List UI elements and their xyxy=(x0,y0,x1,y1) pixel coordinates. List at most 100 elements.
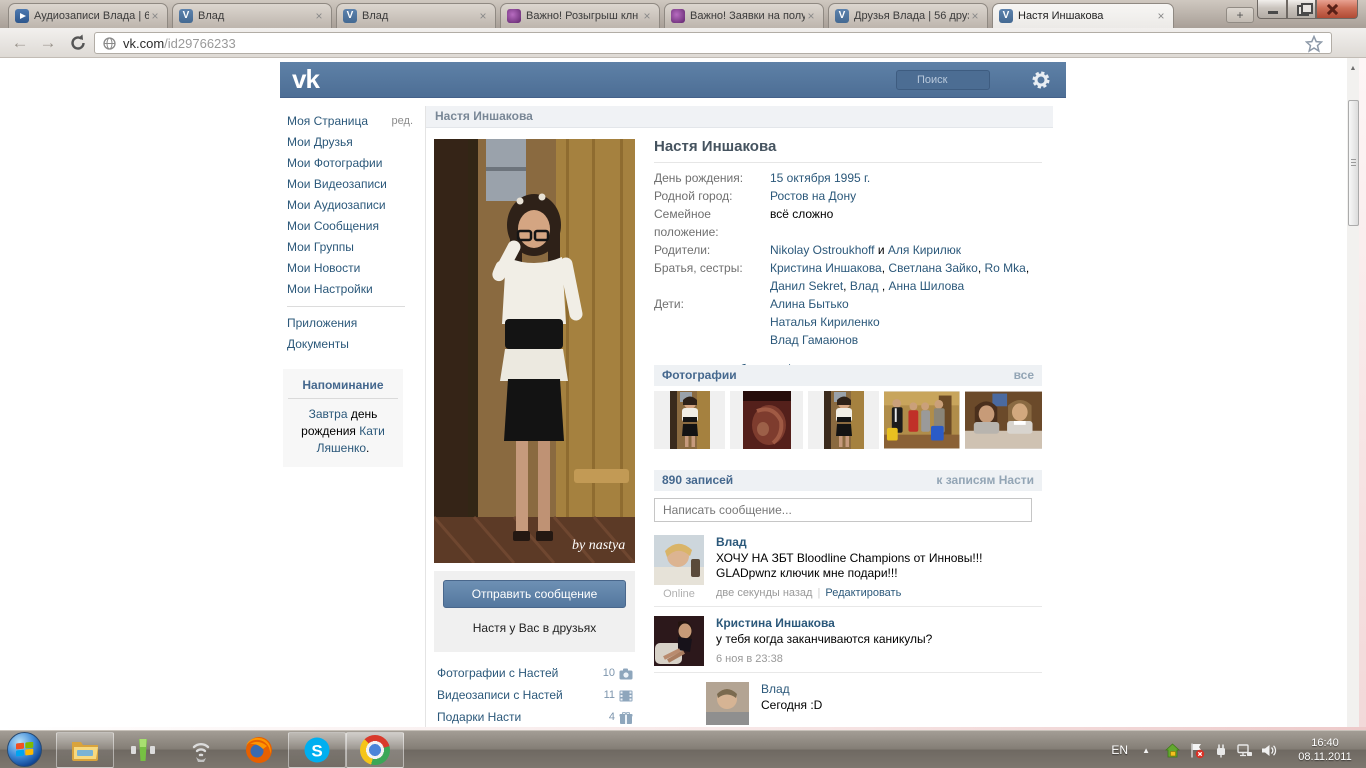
send-message-button[interactable]: Отправить сообщение xyxy=(443,580,626,608)
info-link[interactable]: Влад Гамаюнов xyxy=(770,333,858,347)
photo-thumb-girl2[interactable] xyxy=(808,391,879,449)
sidebar-item[interactable]: Мои Новости xyxy=(287,258,411,279)
counter-row[interactable]: Видеозаписи с Настей11 xyxy=(437,684,633,706)
info-link[interactable]: Алина Бытько xyxy=(770,297,849,311)
forward-icon[interactable]: → xyxy=(36,31,60,55)
photo-thumb-group[interactable] xyxy=(884,391,959,449)
sidebar-item[interactable]: Документы xyxy=(287,334,411,355)
power-plug-icon[interactable] xyxy=(1212,742,1229,759)
explorer-icon xyxy=(70,735,100,765)
post-text: Сегодня :D xyxy=(761,698,1042,713)
tab-close-icon[interactable] xyxy=(969,10,981,22)
minimize-button[interactable] xyxy=(1257,0,1287,19)
vlad-small-avatar[interactable] xyxy=(706,682,749,725)
sidebar-item[interactable]: Мои Друзья xyxy=(287,132,411,153)
info-link[interactable]: Влад xyxy=(850,279,879,293)
edit-post-link[interactable]: Редактировать xyxy=(825,587,901,599)
counter-label[interactable]: Фотографии с Настей xyxy=(437,666,603,680)
counter-row[interactable]: Подарки Насти4 xyxy=(437,706,633,727)
tab-close-icon[interactable] xyxy=(477,10,489,22)
sidebar-item[interactable]: Мои Фотографии xyxy=(287,153,411,174)
tab-close-icon[interactable] xyxy=(805,10,817,22)
post-author-link[interactable]: Влад xyxy=(761,682,1042,696)
info-link[interactable]: Кристина Иншакова xyxy=(770,261,882,275)
browser-tab[interactable]: Влад xyxy=(172,3,332,28)
photo-thumb-girl[interactable] xyxy=(654,391,725,449)
reload-icon[interactable] xyxy=(68,33,88,53)
tab-close-icon[interactable] xyxy=(149,10,161,22)
counter-label[interactable]: Подарки Насти xyxy=(437,710,609,724)
info-value: Ростов на Дону xyxy=(770,187,1042,205)
gear-icon[interactable] xyxy=(1032,71,1050,89)
explorer-taskbar-button[interactable] xyxy=(56,732,114,768)
sidebar-item[interactable]: Мои Группы xyxy=(287,237,411,258)
hidden-icons-icon[interactable]: ▲ xyxy=(1142,746,1150,755)
tab-close-icon[interactable] xyxy=(1155,10,1167,22)
info-link[interactable]: Данил Sekret xyxy=(770,279,843,293)
post-author-link[interactable]: Влад xyxy=(716,535,1042,549)
firefox-taskbar-button[interactable] xyxy=(230,732,288,768)
info-label: День рождения: xyxy=(654,169,770,187)
browser-tab[interactable]: Аудиозаписи Влада | 6 xyxy=(8,3,168,28)
wall-to-posts-link[interactable]: к записям Насти xyxy=(936,470,1034,491)
new-tab-button[interactable] xyxy=(1226,7,1254,23)
wall-message-input[interactable] xyxy=(654,498,1032,522)
browser-tab[interactable]: Важно! Розыгрыш клн xyxy=(500,3,660,28)
search-input[interactable] xyxy=(896,70,990,90)
skype-taskbar-button[interactable]: S xyxy=(288,732,346,768)
tab-close-icon[interactable] xyxy=(313,10,325,22)
sidebar-item[interactable]: Мои Сообщения xyxy=(287,216,411,237)
address-bar[interactable]: vk.com/id29766233 xyxy=(94,32,1332,54)
counter-label[interactable]: Видеозаписи с Настей xyxy=(437,688,604,702)
photo-thumb-friends[interactable] xyxy=(965,391,1042,449)
info-link[interactable]: Ro Mka xyxy=(985,261,1026,275)
info-value: Nikolay Ostroukhoff и Аля Кирилюк xyxy=(770,241,1042,259)
edit-link[interactable]: ред. xyxy=(392,111,413,132)
sidebar-item[interactable]: Мои Видеозаписи xyxy=(287,174,411,195)
sidebar-item[interactable]: Мои Настройки xyxy=(287,279,411,300)
start-button[interactable] xyxy=(7,732,42,767)
tab-close-icon[interactable] xyxy=(641,10,653,22)
info-link[interactable]: Аля Кирилюк xyxy=(888,243,961,257)
info-link[interactable]: Наталья Кириленко xyxy=(770,315,880,329)
connectify-taskbar-button[interactable] xyxy=(172,732,230,768)
qip-taskbar-button[interactable] xyxy=(114,732,172,768)
vlad-avatar[interactable] xyxy=(654,535,704,585)
browser-tab[interactable]: Настя Иншакова xyxy=(992,3,1174,28)
info-link[interactable]: Светлана Зайко xyxy=(888,261,977,275)
back-icon[interactable]: ← xyxy=(8,31,32,55)
maximize-button[interactable] xyxy=(1287,0,1316,19)
language-indicator[interactable]: EN xyxy=(1111,743,1128,757)
post-body: Влад Сегодня :D xyxy=(761,682,1042,725)
network-icon[interactable] xyxy=(1236,742,1253,759)
kristina-avatar[interactable] xyxy=(654,616,704,666)
profile-photo[interactable]: by nastya xyxy=(434,139,635,563)
browser-tab[interactable]: Важно! Заявки на полу xyxy=(664,3,824,28)
action-center-flag-icon[interactable] xyxy=(1188,742,1205,759)
info-link[interactable]: Nikolay Ostroukhoff xyxy=(770,243,875,257)
sidebar-item[interactable]: Приложения xyxy=(287,313,411,334)
info-link[interactable]: Ростов на Дону xyxy=(770,189,856,203)
antivirus-icon[interactable] xyxy=(1164,742,1181,759)
info-link[interactable]: 15 октября 1995 г. xyxy=(770,171,870,185)
bookmark-star-icon[interactable] xyxy=(1305,35,1323,53)
counter-row[interactable]: Фотографии с Настей10 xyxy=(437,662,633,684)
scrollbar-up-icon[interactable]: ▲ xyxy=(1347,62,1359,76)
browser-tab[interactable]: Друзья Влада | 56 друз xyxy=(828,3,988,28)
reminder-link[interactable]: Завтра xyxy=(309,407,348,421)
chrome-taskbar-button[interactable] xyxy=(346,732,404,768)
sidebar-item[interactable]: Моя Страницаред. xyxy=(287,111,411,132)
browser-tab[interactable]: Влад xyxy=(336,3,496,28)
page-scrollbar[interactable]: ▲ xyxy=(1347,58,1359,727)
scrollbar-thumb[interactable] xyxy=(1348,100,1359,226)
sidebar-item[interactable]: Мои Аудиозаписи xyxy=(287,195,411,216)
taskbar-clock[interactable]: 16:40 08.11.2011 xyxy=(1290,736,1360,764)
url-domain: vk.com xyxy=(123,36,164,51)
post-author-link[interactable]: Кристина Иншакова xyxy=(716,616,1042,630)
info-link[interactable]: Анна Шилова xyxy=(889,279,965,293)
photos-all-link[interactable]: все xyxy=(1014,365,1034,386)
close-button[interactable] xyxy=(1316,0,1358,19)
vk-logo[interactable]: vk xyxy=(292,64,319,95)
photo-thumb-dark[interactable] xyxy=(730,391,802,449)
volume-icon[interactable] xyxy=(1260,742,1277,759)
